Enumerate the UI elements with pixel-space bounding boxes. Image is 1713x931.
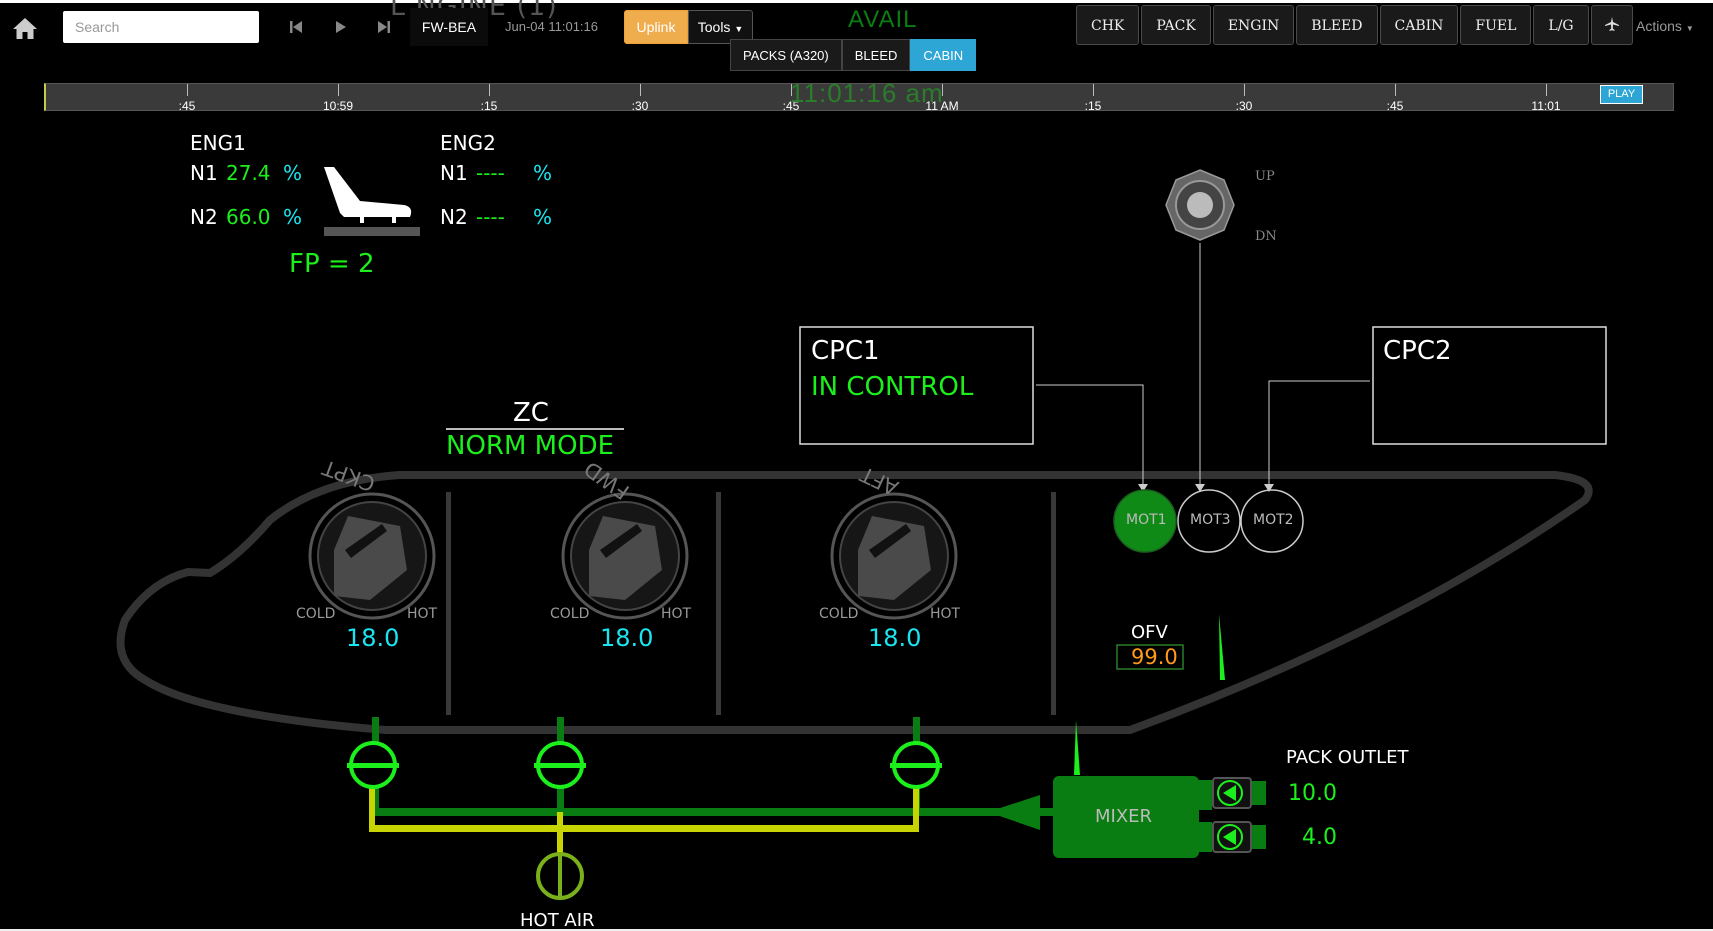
cpc2-title: CPC2 [1383, 336, 1452, 366]
aft-hot-label: HOT [930, 606, 961, 622]
flow-arrow-icon [988, 795, 1040, 830]
trim-valve-icon [347, 741, 399, 789]
fwd-cold-label: COLD [550, 606, 590, 622]
ckpt-temp: 18.0 [346, 624, 400, 652]
zone-divider [446, 492, 451, 715]
ofv-value: 99.0 [1131, 645, 1178, 669]
mot3-label: MOT3 [1190, 512, 1231, 528]
pack-connector [1196, 822, 1212, 852]
mot1-label: MOT1 [1126, 512, 1167, 528]
cpc1-title: CPC1 [811, 336, 880, 366]
cpc1-status: IN CONTROL [811, 372, 974, 402]
up-label: UP [1255, 169, 1275, 184]
trim-valve-icon [890, 741, 942, 789]
zc-title: ZC [513, 398, 549, 428]
zc-mode: NORM MODE [446, 431, 615, 461]
zone-divider [716, 492, 721, 715]
pack2-outlet-temp: 4.0 [1302, 825, 1337, 850]
zone-divider [1051, 492, 1056, 715]
dn-label: DN [1255, 229, 1277, 244]
pack-flow-valve-icon [1212, 777, 1252, 809]
cabin-schematic [116, 169, 1607, 900]
aft-temp: 18.0 [868, 624, 922, 652]
hot-air-valve-icon [536, 852, 584, 900]
ckpt-zone-knob [308, 492, 436, 620]
cpc2-connector [1268, 380, 1370, 485]
cpc1-connector [1036, 384, 1144, 485]
pack1-outlet-temp: 10.0 [1288, 781, 1337, 806]
zc-underline [446, 428, 624, 430]
pack-connector [1252, 825, 1266, 849]
mixer-label: MIXER [1095, 806, 1153, 827]
aft-zone-knob [830, 492, 958, 620]
ofv-needle [1219, 614, 1225, 680]
pack-outlet-label: PACK OUTLET [1286, 747, 1409, 768]
main-duct [372, 808, 1055, 816]
pack-connector [1252, 781, 1266, 805]
mot2-label: MOT2 [1253, 512, 1294, 528]
fwd-temp: 18.0 [600, 624, 654, 652]
pack-connector [1196, 780, 1212, 810]
fwd-zone-knob [561, 492, 689, 620]
ckpt-cold-label: COLD [296, 606, 336, 622]
trim-valve-icon [534, 741, 586, 789]
vs-selector-knob [1165, 169, 1235, 241]
ckpt-hot-label: HOT [407, 606, 438, 622]
ofv-label: OFV [1131, 622, 1168, 643]
hot-air-manifold [369, 825, 919, 832]
hot-air-label: HOT AIR [520, 910, 595, 931]
aft-cold-label: COLD [819, 606, 859, 622]
fwd-hot-label: HOT [661, 606, 692, 622]
pack-flow-valve-icon [1212, 821, 1252, 853]
